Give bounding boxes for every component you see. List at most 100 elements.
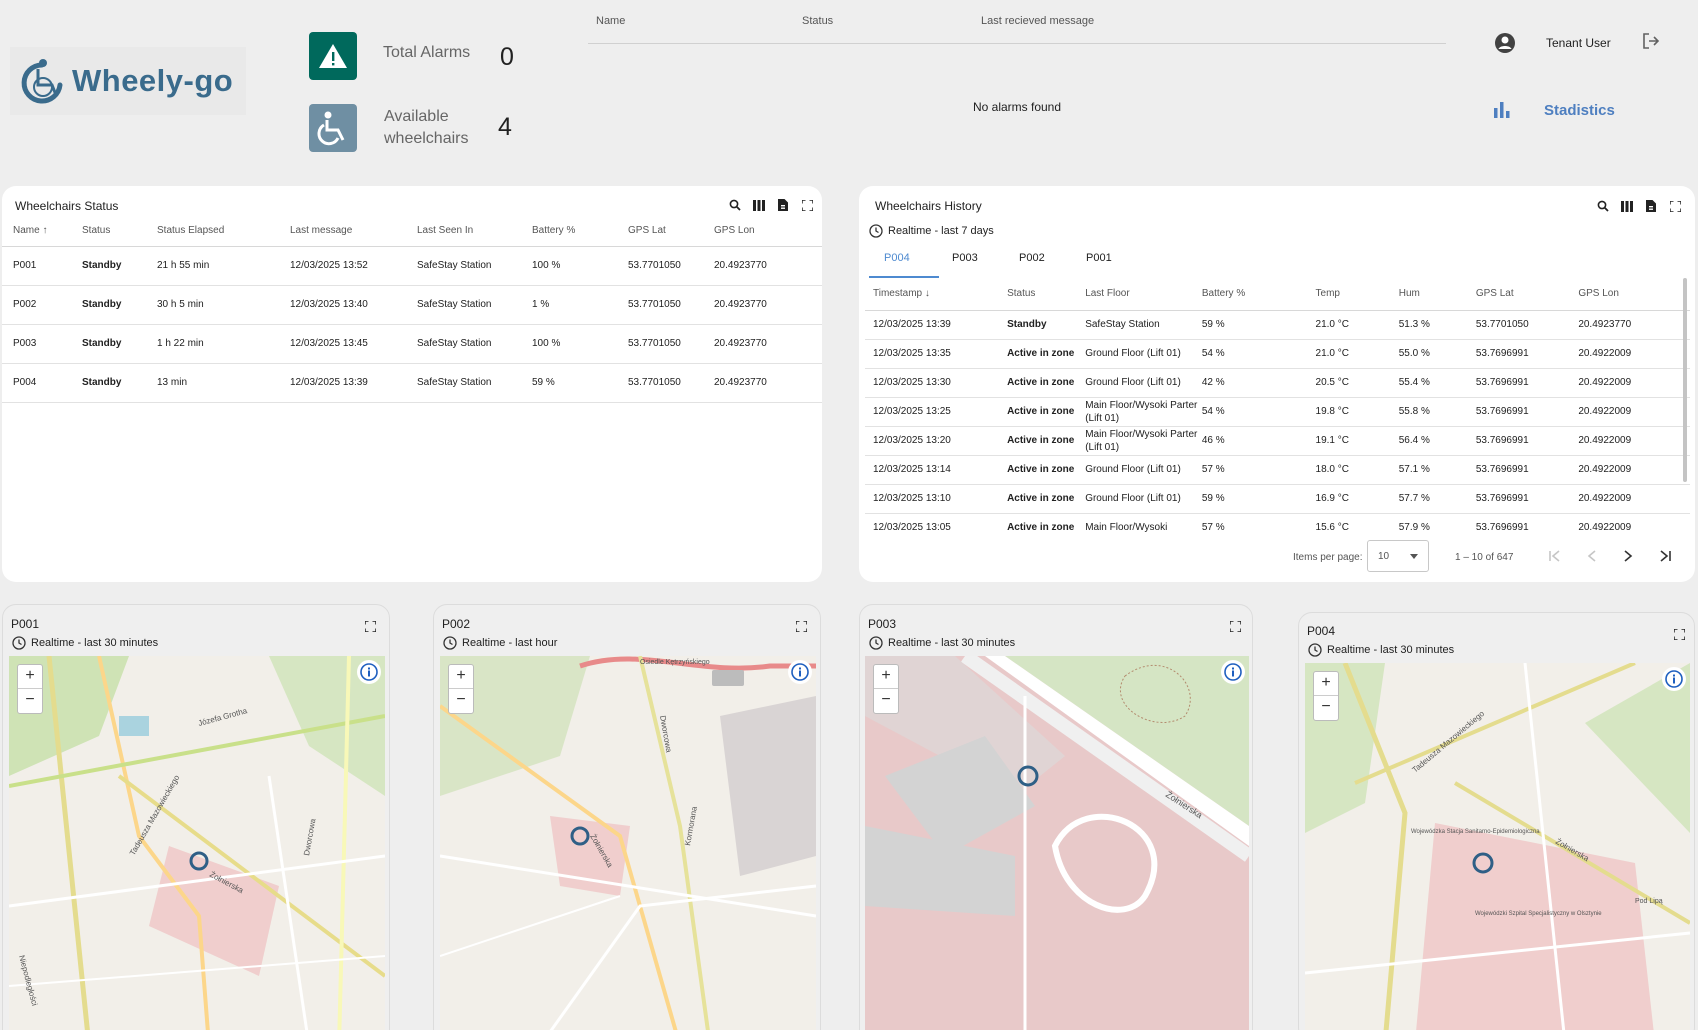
table-row[interactable]: 12/03/2025 13:10 Active in zone Ground F…	[865, 484, 1690, 514]
table-row[interactable]: P001 Standby 21 h 55 min 12/03/2025 13:5…	[2, 246, 822, 286]
zoom-in-button[interactable]: +	[449, 665, 473, 689]
cell: 12/03/2025 13:10	[865, 484, 1008, 514]
cell: Main Floor/Wysoki Parter (Lift 01)	[1085, 426, 1202, 456]
alarm-col-name[interactable]: Name	[596, 15, 625, 27]
cell: Main Floor/Wysoki	[1085, 513, 1202, 532]
last-page-icon[interactable]	[1659, 549, 1671, 567]
export-icon[interactable]	[776, 198, 790, 212]
fullscreen-icon[interactable]	[364, 619, 377, 637]
fullscreen-icon[interactable]	[1673, 627, 1686, 645]
first-page-icon[interactable]	[1549, 549, 1561, 567]
bar-chart-icon[interactable]	[1492, 100, 1512, 123]
info-icon[interactable]	[357, 660, 381, 684]
info-icon[interactable]	[788, 660, 812, 684]
columns-icon[interactable]	[1620, 199, 1634, 213]
col-header[interactable]: Battery %	[1201, 278, 1316, 311]
map-title: P001	[11, 617, 40, 631]
fullscreen-icon[interactable]	[800, 198, 814, 212]
fullscreen-icon[interactable]	[795, 619, 808, 637]
warning-icon	[309, 32, 357, 80]
items-per-page-select[interactable]: 10	[1367, 540, 1429, 572]
zoom-in-button[interactable]: +	[18, 665, 42, 689]
items-per-page-value: 10	[1378, 551, 1390, 562]
col-header[interactable]: GPS Lon	[1578, 278, 1690, 311]
zoom-out-button[interactable]: −	[1314, 696, 1338, 720]
previous-page-icon[interactable]	[1587, 549, 1597, 567]
map-subtitle-text: Realtime - last 30 minutes	[31, 637, 159, 649]
tab-p002[interactable]: P002	[1019, 252, 1045, 264]
table-row[interactable]: 12/03/2025 13:20 Active in zone Main Flo…	[865, 426, 1690, 456]
table-row[interactable]: P004 Standby 13 min 12/03/2025 13:39 Saf…	[2, 363, 822, 403]
info-icon[interactable]	[1221, 660, 1245, 684]
col-header[interactable]: GPS Lat	[628, 216, 714, 247]
col-header[interactable]: Temp	[1315, 278, 1399, 311]
table-row[interactable]: 12/03/2025 13:05 Active in zone Main Flo…	[865, 513, 1690, 532]
col-header[interactable]: Hum	[1398, 278, 1476, 311]
columns-icon[interactable]	[752, 198, 766, 212]
export-icon[interactable]	[1644, 199, 1658, 213]
zoom-out-button[interactable]: −	[18, 689, 42, 713]
map-view[interactable]: Żołnierska + −	[865, 656, 1249, 1030]
tab-p003[interactable]: P003	[952, 252, 978, 264]
col-header[interactable]: Name ↑	[2, 216, 82, 247]
cell: 12/03/2025 13:25	[865, 397, 1008, 427]
col-header[interactable]: GPS Lon	[714, 216, 822, 247]
search-icon[interactable]	[1596, 199, 1610, 213]
wheelchair-logo-icon	[21, 59, 63, 104]
cell: 12/03/2025 13:30	[865, 368, 1008, 398]
search-icon[interactable]	[728, 198, 742, 212]
map-view[interactable]: Józefa Grotha Tadeusza Mazowieckiego Żoł…	[9, 656, 385, 1030]
sort-arrow-icon: ↓	[924, 288, 930, 300]
col-header[interactable]: Last message	[290, 216, 417, 247]
map-view[interactable]: Osiedle Kętrzyńskiego Dworcowa Żołniersk…	[440, 656, 816, 1030]
chevron-down-icon	[1410, 551, 1418, 562]
cell: 12/03/2025 13:20	[865, 426, 1008, 456]
scrollbar[interactable]	[1683, 278, 1687, 482]
table-row[interactable]: 12/03/2025 13:39 Standby SafeStay Statio…	[865, 310, 1690, 340]
col-header[interactable]: Timestamp ↓	[865, 278, 1008, 311]
col-header[interactable]: Last Floor	[1085, 278, 1202, 311]
map-title: P004	[1307, 624, 1336, 638]
fullscreen-icon[interactable]	[1229, 619, 1242, 637]
cell: 54 %	[1201, 397, 1316, 427]
map-view[interactable]: Tadeusza Mazowieckiego Żołnierska Wojewó…	[1305, 663, 1690, 1030]
table-row[interactable]: 12/03/2025 13:30 Active in zone Ground F…	[865, 368, 1690, 398]
clock-icon	[1308, 643, 1322, 657]
cell: 57 %	[1201, 455, 1316, 485]
table-row[interactable]: 12/03/2025 13:14 Active in zone Ground F…	[865, 455, 1690, 485]
table-row[interactable]: 12/03/2025 13:35 Active in zone Ground F…	[865, 339, 1690, 369]
map-title: P002	[442, 617, 471, 631]
next-page-icon[interactable]	[1623, 549, 1633, 567]
col-header[interactable]: Status	[1007, 278, 1086, 311]
alarm-col-status[interactable]: Status	[802, 15, 833, 27]
col-header[interactable]: Status	[82, 216, 157, 247]
tab-p004[interactable]: P004	[884, 252, 910, 264]
cell: 53.7701050	[628, 324, 714, 364]
history-table: Timestamp ↓ Status Last Floor Battery % …	[865, 278, 1690, 532]
history-table-scroll[interactable]: Timestamp ↓ Status Last Floor Battery % …	[859, 278, 1695, 532]
map-subtitle-text: Realtime - last 30 minutes	[888, 637, 1016, 649]
fullscreen-icon[interactable]	[1668, 199, 1682, 213]
tab-p001[interactable]: P001	[1086, 252, 1112, 264]
cell: 55.4 %	[1398, 368, 1476, 398]
statistics-link[interactable]: Stadistics	[1544, 102, 1615, 119]
alarm-col-last-message[interactable]: Last recieved message	[981, 15, 1094, 27]
col-header[interactable]: Battery %	[532, 216, 628, 247]
zoom-out-button[interactable]: −	[874, 689, 898, 713]
table-row[interactable]: P003 Standby 1 h 22 min 12/03/2025 13:45…	[2, 324, 822, 364]
zoom-in-button[interactable]: +	[874, 665, 898, 689]
table-row[interactable]: P002 Standby 30 h 5 min 12/03/2025 13:40…	[2, 285, 822, 325]
status-card-title: Wheelchairs Status	[15, 199, 119, 213]
table-row[interactable]: 12/03/2025 13:25 Active in zone Main Flo…	[865, 397, 1690, 427]
account-icon[interactable]	[1494, 32, 1516, 59]
zoom-out-button[interactable]: −	[449, 689, 473, 713]
logout-icon[interactable]	[1642, 32, 1660, 55]
info-icon[interactable]	[1662, 667, 1686, 691]
cell: 18.0 °C	[1315, 455, 1399, 485]
map-tiles: Osiedle Kętrzyńskiego Dworcowa Żołniersk…	[440, 656, 816, 1030]
col-header[interactable]: GPS Lat	[1475, 278, 1579, 311]
zoom-in-button[interactable]: +	[1314, 672, 1338, 696]
col-header[interactable]: Last Seen In	[417, 216, 532, 247]
col-header[interactable]: Status Elapsed	[157, 216, 290, 247]
map-label: Pod Lipą	[1635, 898, 1663, 905]
